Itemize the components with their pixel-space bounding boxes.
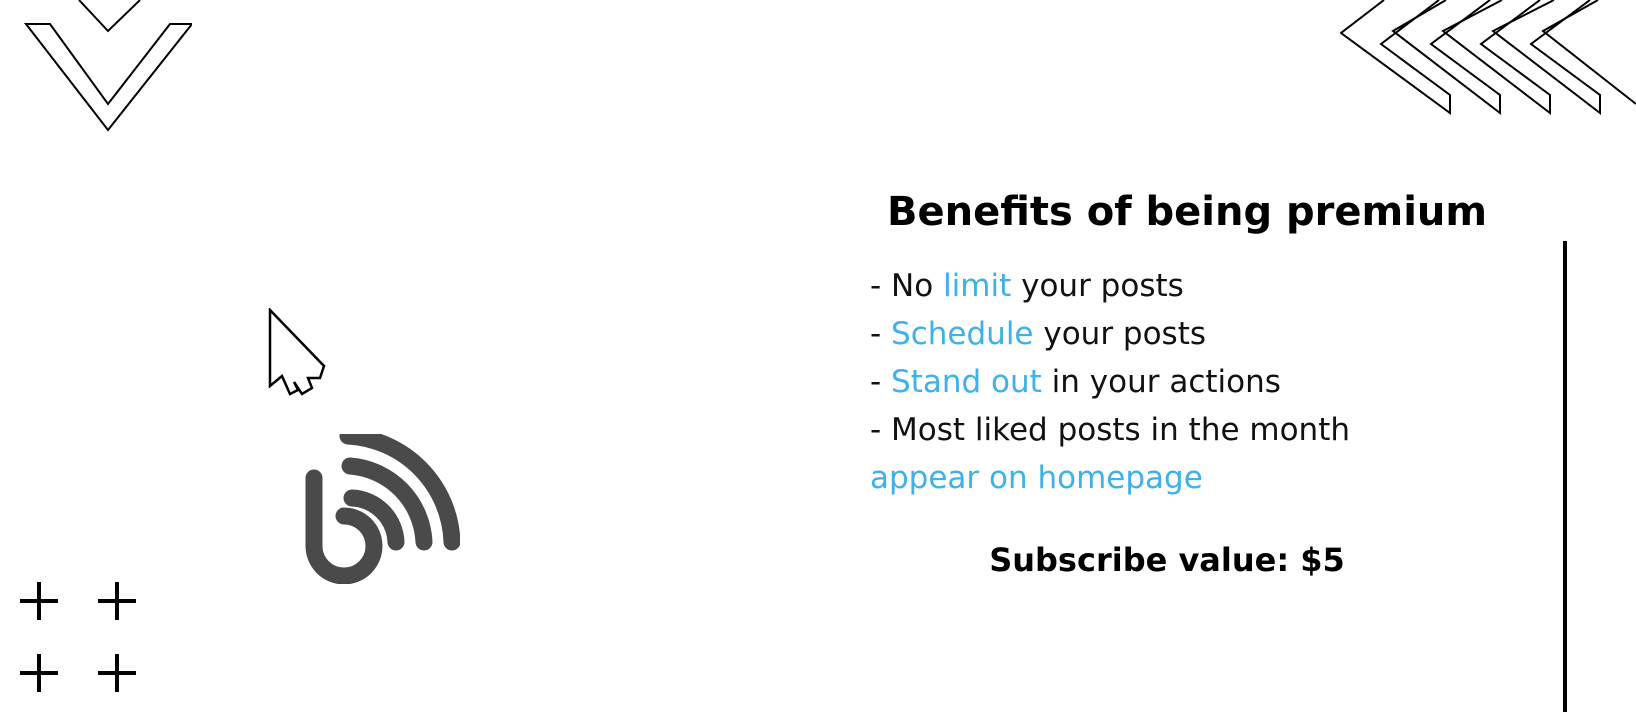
- benefit-suffix: your posts: [1011, 268, 1184, 304]
- benefit-item: - No limit your posts: [870, 262, 1350, 310]
- benefit-highlight: Stand out: [891, 364, 1042, 400]
- vertical-divider: [1563, 241, 1567, 712]
- blog-feed-logo-icon: [305, 434, 460, 584]
- benefits-list: - No limit your posts - Schedule your po…: [870, 262, 1350, 502]
- benefit-item: appear on homepage: [870, 454, 1350, 502]
- benefit-item: - Stand out in your actions: [870, 358, 1350, 406]
- panel-title: Benefits of being premium: [887, 189, 1488, 235]
- benefit-highlight: limit: [943, 268, 1012, 304]
- benefit-prefix: -: [870, 316, 892, 352]
- benefit-item: - Most liked posts in the month: [870, 406, 1350, 454]
- benefit-suffix: in your actions: [1041, 364, 1281, 400]
- hand-pointer-icon: [268, 308, 326, 396]
- benefit-suffix: your posts: [1033, 316, 1207, 352]
- benefit-prefix: - Most liked posts in the month: [870, 412, 1351, 448]
- chevron-down-outline-icon: [23, 0, 192, 132]
- benefit-prefix: -: [870, 364, 892, 400]
- benefit-highlight: Schedule: [891, 316, 1034, 352]
- chevron-left-outline-icon: [1340, 0, 1636, 116]
- benefit-prefix: - No: [870, 268, 944, 304]
- benefit-item: - Schedule your posts: [870, 310, 1350, 358]
- subscribe-value: Subscribe value: $5: [989, 541, 1345, 579]
- benefit-highlight: appear on homepage: [870, 460, 1203, 496]
- plus-grid-decoration: [20, 582, 136, 692]
